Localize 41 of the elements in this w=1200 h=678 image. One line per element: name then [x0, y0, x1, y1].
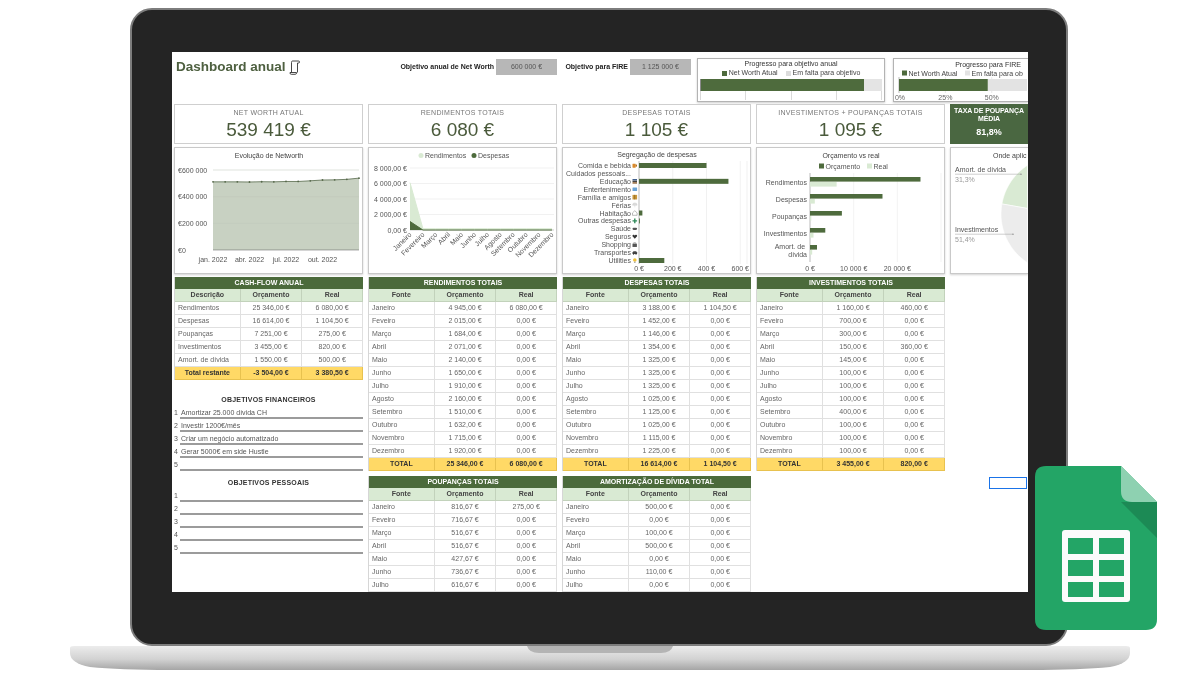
legend-swatch-icon: [867, 163, 872, 169]
bag-icon: [632, 242, 637, 247]
legend-swatch-icon: [785, 70, 791, 76]
dashboard-title: Dashboard anual: [176, 58, 286, 75]
leader-line: [954, 233, 1014, 235]
pill-icon: [632, 227, 638, 230]
plus-icon: [632, 218, 638, 224]
kpi-value: 1 095 €: [818, 119, 883, 141]
bulb-icon: [633, 258, 637, 263]
data-point: [309, 179, 312, 182]
data-point: [345, 178, 348, 181]
kpi-value: 539 419 €: [226, 119, 311, 141]
data-point: [224, 180, 227, 183]
heart-icon: [632, 234, 638, 239]
spreadsheet-icon: [1035, 466, 1157, 630]
legend-swatch-icon: [819, 163, 824, 169]
gift-icon: [632, 194, 638, 200]
umbrella-icon: [632, 202, 638, 208]
legend-swatch-icon: [902, 70, 907, 76]
mug-icon: [632, 163, 637, 168]
bar: [639, 210, 643, 216]
leader-line: [954, 173, 1022, 175]
kpi-value: 6 080 €: [430, 119, 495, 141]
screen-icon: [632, 187, 638, 192]
data-point: [297, 180, 300, 183]
legend-swatch-icon: [418, 153, 424, 158]
legend-swatch-icon: [471, 153, 477, 158]
books-icon: [632, 179, 637, 184]
bar: [639, 163, 707, 168]
data-point: [236, 180, 239, 183]
bar: [639, 258, 665, 263]
car-icon: [632, 251, 638, 255]
kpi-value: 1 105 €: [624, 119, 689, 141]
data-point: [333, 178, 336, 181]
kpi-value: 81,8%: [976, 127, 1002, 137]
data-point: [272, 180, 275, 183]
legend-swatch-icon: [721, 70, 727, 76]
data-point: [260, 180, 263, 183]
scroll-icon: [288, 60, 300, 75]
legend-swatch-icon: [965, 70, 970, 76]
selected-cell[interactable]: [989, 477, 1027, 489]
